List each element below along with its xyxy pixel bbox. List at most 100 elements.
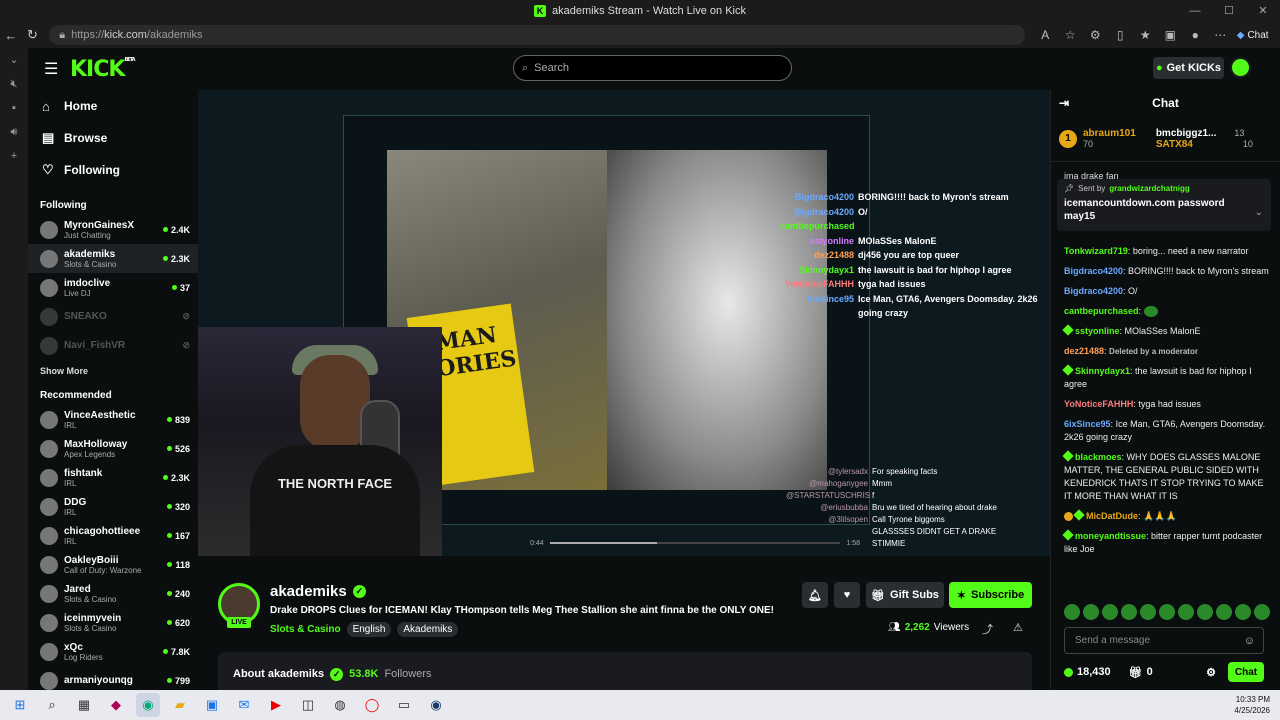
emote-icon[interactable] [1216, 604, 1232, 620]
address-bar[interactable]: 🔒︎ https://kick.com/akademiks [49, 25, 1025, 45]
chat-username[interactable]: sstyonline [1075, 326, 1120, 336]
sidebar-channel-oakleyboiii[interactable]: OakleyBoiii Call of Duty: Warzone 118 [28, 550, 198, 579]
follow-button[interactable]: ♥ [834, 582, 860, 608]
steam-alt-icon[interactable]: ◍ [328, 693, 352, 717]
collapse-chat-icon[interactable]: ⇥ [1059, 96, 1069, 110]
terminal-icon[interactable]: ▭ [392, 693, 416, 717]
close-icon[interactable]: ✕ [1246, 0, 1280, 22]
report-icon[interactable]: ⚠ [1013, 621, 1023, 634]
pinned-by-user[interactable]: grandwizardchatnigg [1109, 184, 1189, 193]
app-icon[interactable]: ◫ [296, 693, 320, 717]
chat-username[interactable]: YoNoticeFAHHH [1064, 399, 1133, 409]
maximize-icon[interactable]: ☐ [1212, 0, 1246, 22]
sidebar-channel-fishtank[interactable]: fishtank IRL 2.3K [28, 463, 198, 492]
emote-icon[interactable] [1235, 604, 1251, 620]
sidebar-channel-chicagohottieee[interactable]: chicagohottieee IRL 167 [28, 521, 198, 550]
chat-username[interactable]: Bigdraco4200 [1064, 266, 1123, 276]
mail-icon[interactable]: ✉ [232, 693, 256, 717]
sidebar-channel-iceinmyvein[interactable]: iceinmyvein Slots & Casino 620 [28, 608, 198, 637]
search-icon[interactable]: ⌕ [40, 693, 64, 717]
gifts-display[interactable]: 🎁︎ 0 [1129, 666, 1153, 679]
gift-subs-button[interactable]: 🎁︎ Gift Subs [866, 582, 944, 608]
chat-username[interactable]: Skinnydayx1 [1075, 366, 1130, 376]
read-aloud-icon[interactable]: A [1033, 28, 1058, 42]
emote-icon[interactable] [1197, 604, 1213, 620]
emote-icon[interactable] [1083, 604, 1099, 620]
sidebar-channel-akademiks[interactable]: akademiks Slots & Casino 2.3K [28, 244, 198, 273]
chat-input[interactable]: Send a message ☺ [1064, 627, 1264, 654]
split-screen-icon[interactable]: ▯ [1108, 28, 1133, 42]
get-kicks-button[interactable]: ● Get KICKs [1153, 57, 1224, 79]
menu-icon[interactable]: ☰ [44, 59, 60, 79]
emote-icon[interactable] [1159, 604, 1175, 620]
tab-audio-icon[interactable]: 🔊︎ [0, 120, 28, 144]
progress-track[interactable] [549, 542, 841, 544]
file-explorer-icon[interactable]: ▰ [168, 693, 192, 717]
sidebar-channel-vinceaesthetic[interactable]: VinceAesthetic IRL 839 [28, 405, 198, 434]
more-menu-icon[interactable]: ⋯ [1208, 28, 1233, 42]
sidebar-channel-jared[interactable]: Jared Slots & Casino 240 [28, 579, 198, 608]
sidebar-channel-sneako[interactable]: SNEAKO ⊘ [28, 302, 198, 331]
emote-icon[interactable] [1121, 604, 1137, 620]
store-icon[interactable]: ▣ [200, 693, 224, 717]
steam-icon[interactable]: ◉ [424, 693, 448, 717]
pinned-message[interactable]: 📌︎ Sent by grandwizardchatnigg icemancount… [1057, 179, 1271, 231]
chat-username[interactable]: 6ixSince95 [1064, 419, 1111, 429]
chevron-down-icon[interactable]: ⌄ [0, 48, 28, 72]
youtube-icon[interactable]: ▶ [264, 693, 288, 717]
tab-muted-icon[interactable]: 🔇︎ [0, 72, 28, 96]
sidebar-channel-imdoclive[interactable]: imdoclive Live DJ 37 [28, 273, 198, 302]
edge-icon[interactable]: ◉ [136, 693, 160, 717]
leader-2-name[interactable]: bmcbiggz1... [1156, 128, 1217, 139]
windows-start-icon[interactable]: ⊞ [8, 693, 32, 717]
chat-username[interactable]: MicDatDude [1086, 511, 1138, 521]
leader-1-name[interactable]: abraum101 [1083, 128, 1136, 139]
chat-username[interactable]: Tonkwizard719 [1064, 246, 1128, 256]
emoji-icon[interactable]: ☺ [1244, 635, 1255, 647]
chat-settings-icon[interactable]: ⚙ [1206, 666, 1216, 679]
extensions-icon[interactable]: ⚙ [1083, 28, 1108, 42]
tag-akademiks[interactable]: Akademiks [397, 622, 459, 637]
opera-icon[interactable]: ◯ [360, 693, 384, 717]
sidebar-channel-myrongainesx[interactable]: MyronGainesX Just Chatting 2.4K [28, 215, 198, 244]
chat-username[interactable]: moneyandtissue [1075, 531, 1146, 541]
copilot-button[interactable]: ◆ Chat [1237, 25, 1280, 45]
nav-browse[interactable]: ▤ Browse [28, 122, 198, 154]
sidebar-channel-maxholloway[interactable]: MaxHolloway Apex Legends 526 [28, 434, 198, 463]
chat-username[interactable]: blackmoes [1075, 452, 1122, 462]
sidebar-channel-xqc[interactable]: xQc Log Riders 7.8K [28, 637, 198, 666]
emote-icon[interactable] [1102, 604, 1118, 620]
task-view-icon[interactable]: ▦ [72, 693, 96, 717]
leader-3-name[interactable]: SATX84 [1156, 139, 1193, 150]
send-chat-button[interactable]: Chat [1228, 662, 1264, 682]
user-avatar[interactable] [1230, 57, 1251, 78]
refresh-icon[interactable]: ↻ [22, 27, 44, 43]
minimize-icon[interactable]: — [1178, 0, 1212, 22]
show-more-button[interactable]: Show More [28, 360, 198, 382]
streamer-name[interactable]: akademiks [270, 583, 347, 600]
chat-username[interactable]: dez21488 [1064, 346, 1104, 356]
video-timeline[interactable]: 0:44 1:58 [530, 538, 860, 548]
search-input[interactable]: ⌕ Search [513, 55, 792, 81]
favorites-icon[interactable]: ★ [1133, 28, 1158, 42]
emote-icon[interactable] [1064, 604, 1080, 620]
emote-icon[interactable] [1140, 604, 1156, 620]
clock[interactable]: 10:33 PM 4/25/2026 [1234, 694, 1270, 716]
chat-username[interactable]: cantbepurchased [1064, 306, 1139, 316]
back-icon[interactable]: ← [0, 28, 22, 43]
collections-icon[interactable]: ▣ [1158, 28, 1183, 42]
chevron-down-icon[interactable]: ⌄ [1255, 207, 1263, 218]
subscribe-button[interactable]: ✶ Subscribe [949, 582, 1032, 608]
profile-icon[interactable]: ● [1183, 28, 1208, 42]
nav-home[interactable]: ⌂ Home [28, 90, 198, 122]
copilot-taskbar-icon[interactable]: ◆ [104, 693, 128, 717]
favorite-star-icon[interactable]: ☆ [1058, 28, 1083, 42]
kick-logo[interactable]: KICKBETA [70, 57, 136, 82]
tab-icon[interactable]: ▪ [0, 96, 28, 120]
tag-english[interactable]: English [346, 622, 392, 637]
notification-button[interactable]: 🔔︎ [802, 582, 828, 608]
sidebar-channel-ddg[interactable]: DDG IRL 320 [28, 492, 198, 521]
chat-username[interactable]: Bigdraco4200 [1064, 286, 1123, 296]
stream-category[interactable]: Slots & Casino [270, 624, 341, 635]
points-display[interactable]: 18,430 [1064, 666, 1111, 678]
